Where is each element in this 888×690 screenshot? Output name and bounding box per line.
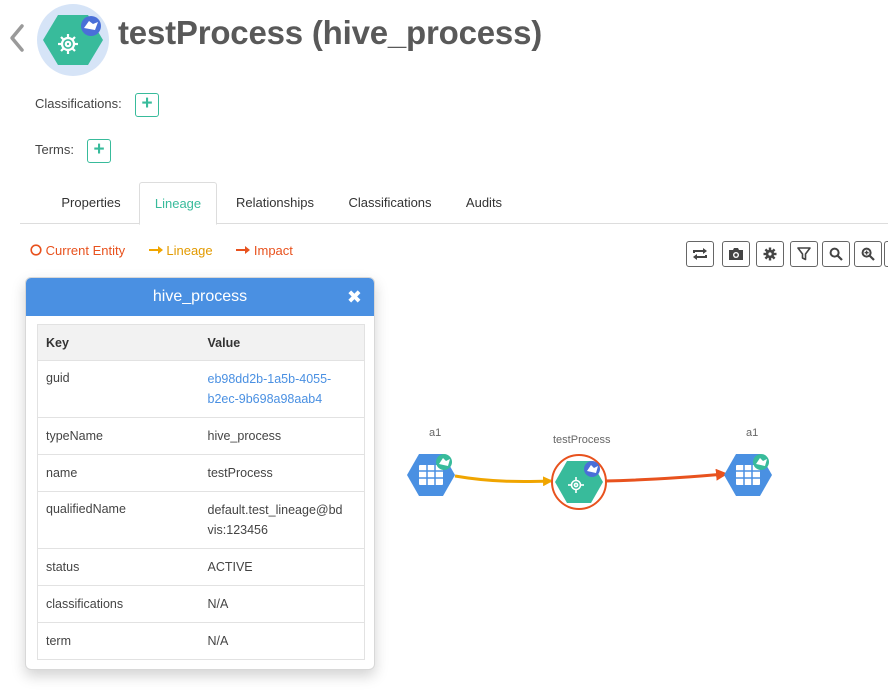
row-value: hive_process	[199, 417, 365, 455]
table-row: qualifiedName default.test_lineage@bd vi…	[37, 491, 365, 549]
lineage-node-current[interactable]	[551, 454, 607, 510]
row-key: guid	[37, 360, 200, 418]
lineage-edge	[454, 474, 553, 487]
table-row: typeName hive_process	[37, 417, 365, 455]
column-header-key: Key	[37, 324, 200, 361]
panel-header: hive_process ✖	[26, 278, 374, 316]
row-key: name	[37, 454, 200, 492]
lineage-node-source[interactable]	[407, 454, 455, 496]
table-row: status ACTIVE	[37, 548, 365, 586]
table-row: guid eb98dd2b-1a5b-4055- b2ec-9b698a98aa…	[37, 360, 365, 418]
node-label-source: a1	[429, 427, 442, 439]
row-value: N/A	[199, 622, 365, 660]
details-table: Key Value guid eb98dd2b-1a5b-4055- b2ec-…	[37, 324, 365, 660]
impact-edge	[604, 468, 728, 483]
node-label-current: testProcess	[553, 434, 611, 446]
row-value: N/A	[199, 585, 365, 623]
guid-link[interactable]: eb98dd2b-1a5b-4055- b2ec-9b698a98aab4	[199, 360, 365, 418]
row-key: qualifiedName	[37, 491, 200, 549]
row-key: status	[37, 548, 200, 586]
lineage-node-target[interactable]	[724, 454, 772, 496]
row-value: default.test_lineage@bd vis:123456	[199, 491, 365, 549]
table-row: term N/A	[37, 622, 365, 660]
table-row: name testProcess	[37, 454, 365, 492]
row-key: classifications	[37, 585, 200, 623]
row-key: typeName	[37, 417, 200, 455]
row-value: testProcess	[199, 454, 365, 492]
node-label-target: a1	[746, 427, 759, 439]
table-row: classifications N/A	[37, 585, 365, 623]
row-value: ACTIVE	[199, 548, 365, 586]
row-key: term	[37, 622, 200, 660]
column-header-value: Value	[199, 324, 365, 361]
panel-title: hive_process	[152, 288, 248, 305]
close-icon[interactable]: ✖	[347, 278, 362, 316]
entity-details-panel: hive_process ✖ Key Value guid eb98dd2b-1…	[25, 277, 375, 670]
